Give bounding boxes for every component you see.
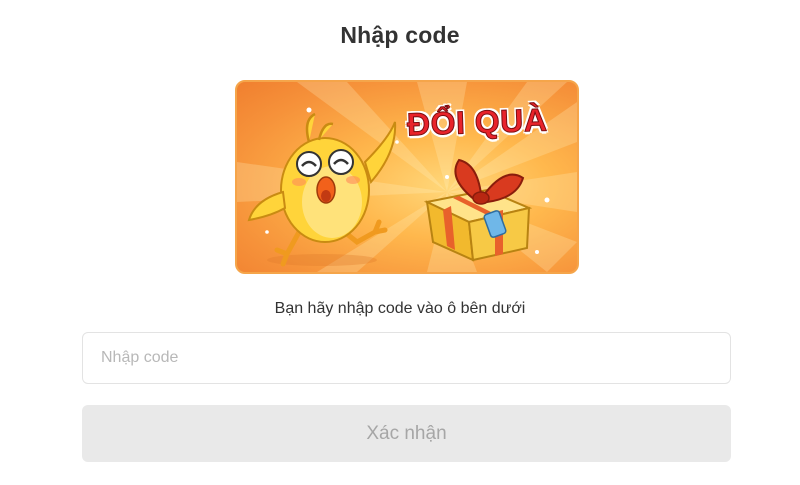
redeem-code-dialog: Nhập code ĐỔI QUÀ Bạn hãy nhập code vào … [0,0,800,485]
dialog-title: Nhập code [340,22,460,48]
code-input[interactable] [82,332,731,384]
banner-title: ĐỔI QUÀ [406,101,549,143]
instruction-text: Bạn hãy nhập code vào ô bên dưới [274,300,526,317]
gift-redeem-banner: ĐỔI QUÀ [235,80,579,274]
confirm-button[interactable]: Xác nhận [82,405,731,462]
